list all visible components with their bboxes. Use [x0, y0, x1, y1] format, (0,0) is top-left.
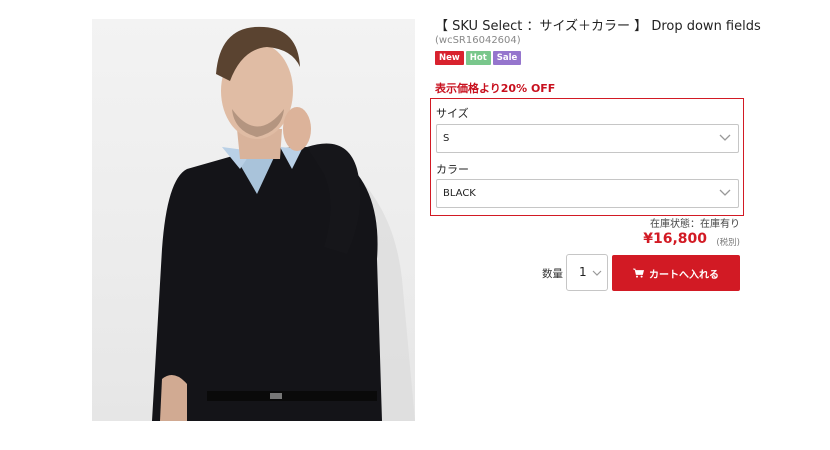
- chevron-down-icon: [719, 189, 731, 196]
- chevron-down-icon: [719, 134, 731, 141]
- product-title: 【 SKU Select ：サイズ＋カラー 】 Drop down fields: [435, 19, 761, 34]
- badge-sale: Sale: [492, 51, 522, 65]
- size-select[interactable]: S: [436, 124, 739, 153]
- badge-hot: Hot: [465, 51, 491, 65]
- badge-new: New: [435, 51, 464, 65]
- quantity-select[interactable]: 1: [566, 254, 608, 291]
- discount-text: 表示価格より20% OFF: [435, 82, 556, 95]
- color-select[interactable]: BLACK: [436, 179, 739, 208]
- color-select-value: BLACK: [443, 188, 476, 199]
- quantity-label: 数量: [542, 268, 563, 280]
- quantity-value: 1: [579, 265, 587, 279]
- badge-group: New Hot Sale: [435, 51, 522, 65]
- price: ¥16,800: [643, 231, 707, 247]
- size-select-value: S: [443, 133, 450, 144]
- tax-note: (税別): [716, 238, 740, 248]
- sku-options-panel: サイズ S カラー BLACK: [430, 98, 744, 216]
- model-photo: [152, 26, 415, 421]
- add-to-cart-button[interactable]: カートへ入れる: [612, 255, 740, 291]
- chevron-down-icon: [592, 270, 602, 276]
- sku-code: (wcSR16042604): [435, 35, 521, 46]
- color-label: カラー: [436, 163, 469, 176]
- product-image: [92, 19, 415, 421]
- add-to-cart-label: カートへ入れる: [649, 269, 719, 281]
- size-label: サイズ: [436, 107, 469, 120]
- cart-icon: [633, 268, 644, 278]
- stock-status: 在庫状態：在庫有り: [650, 219, 740, 230]
